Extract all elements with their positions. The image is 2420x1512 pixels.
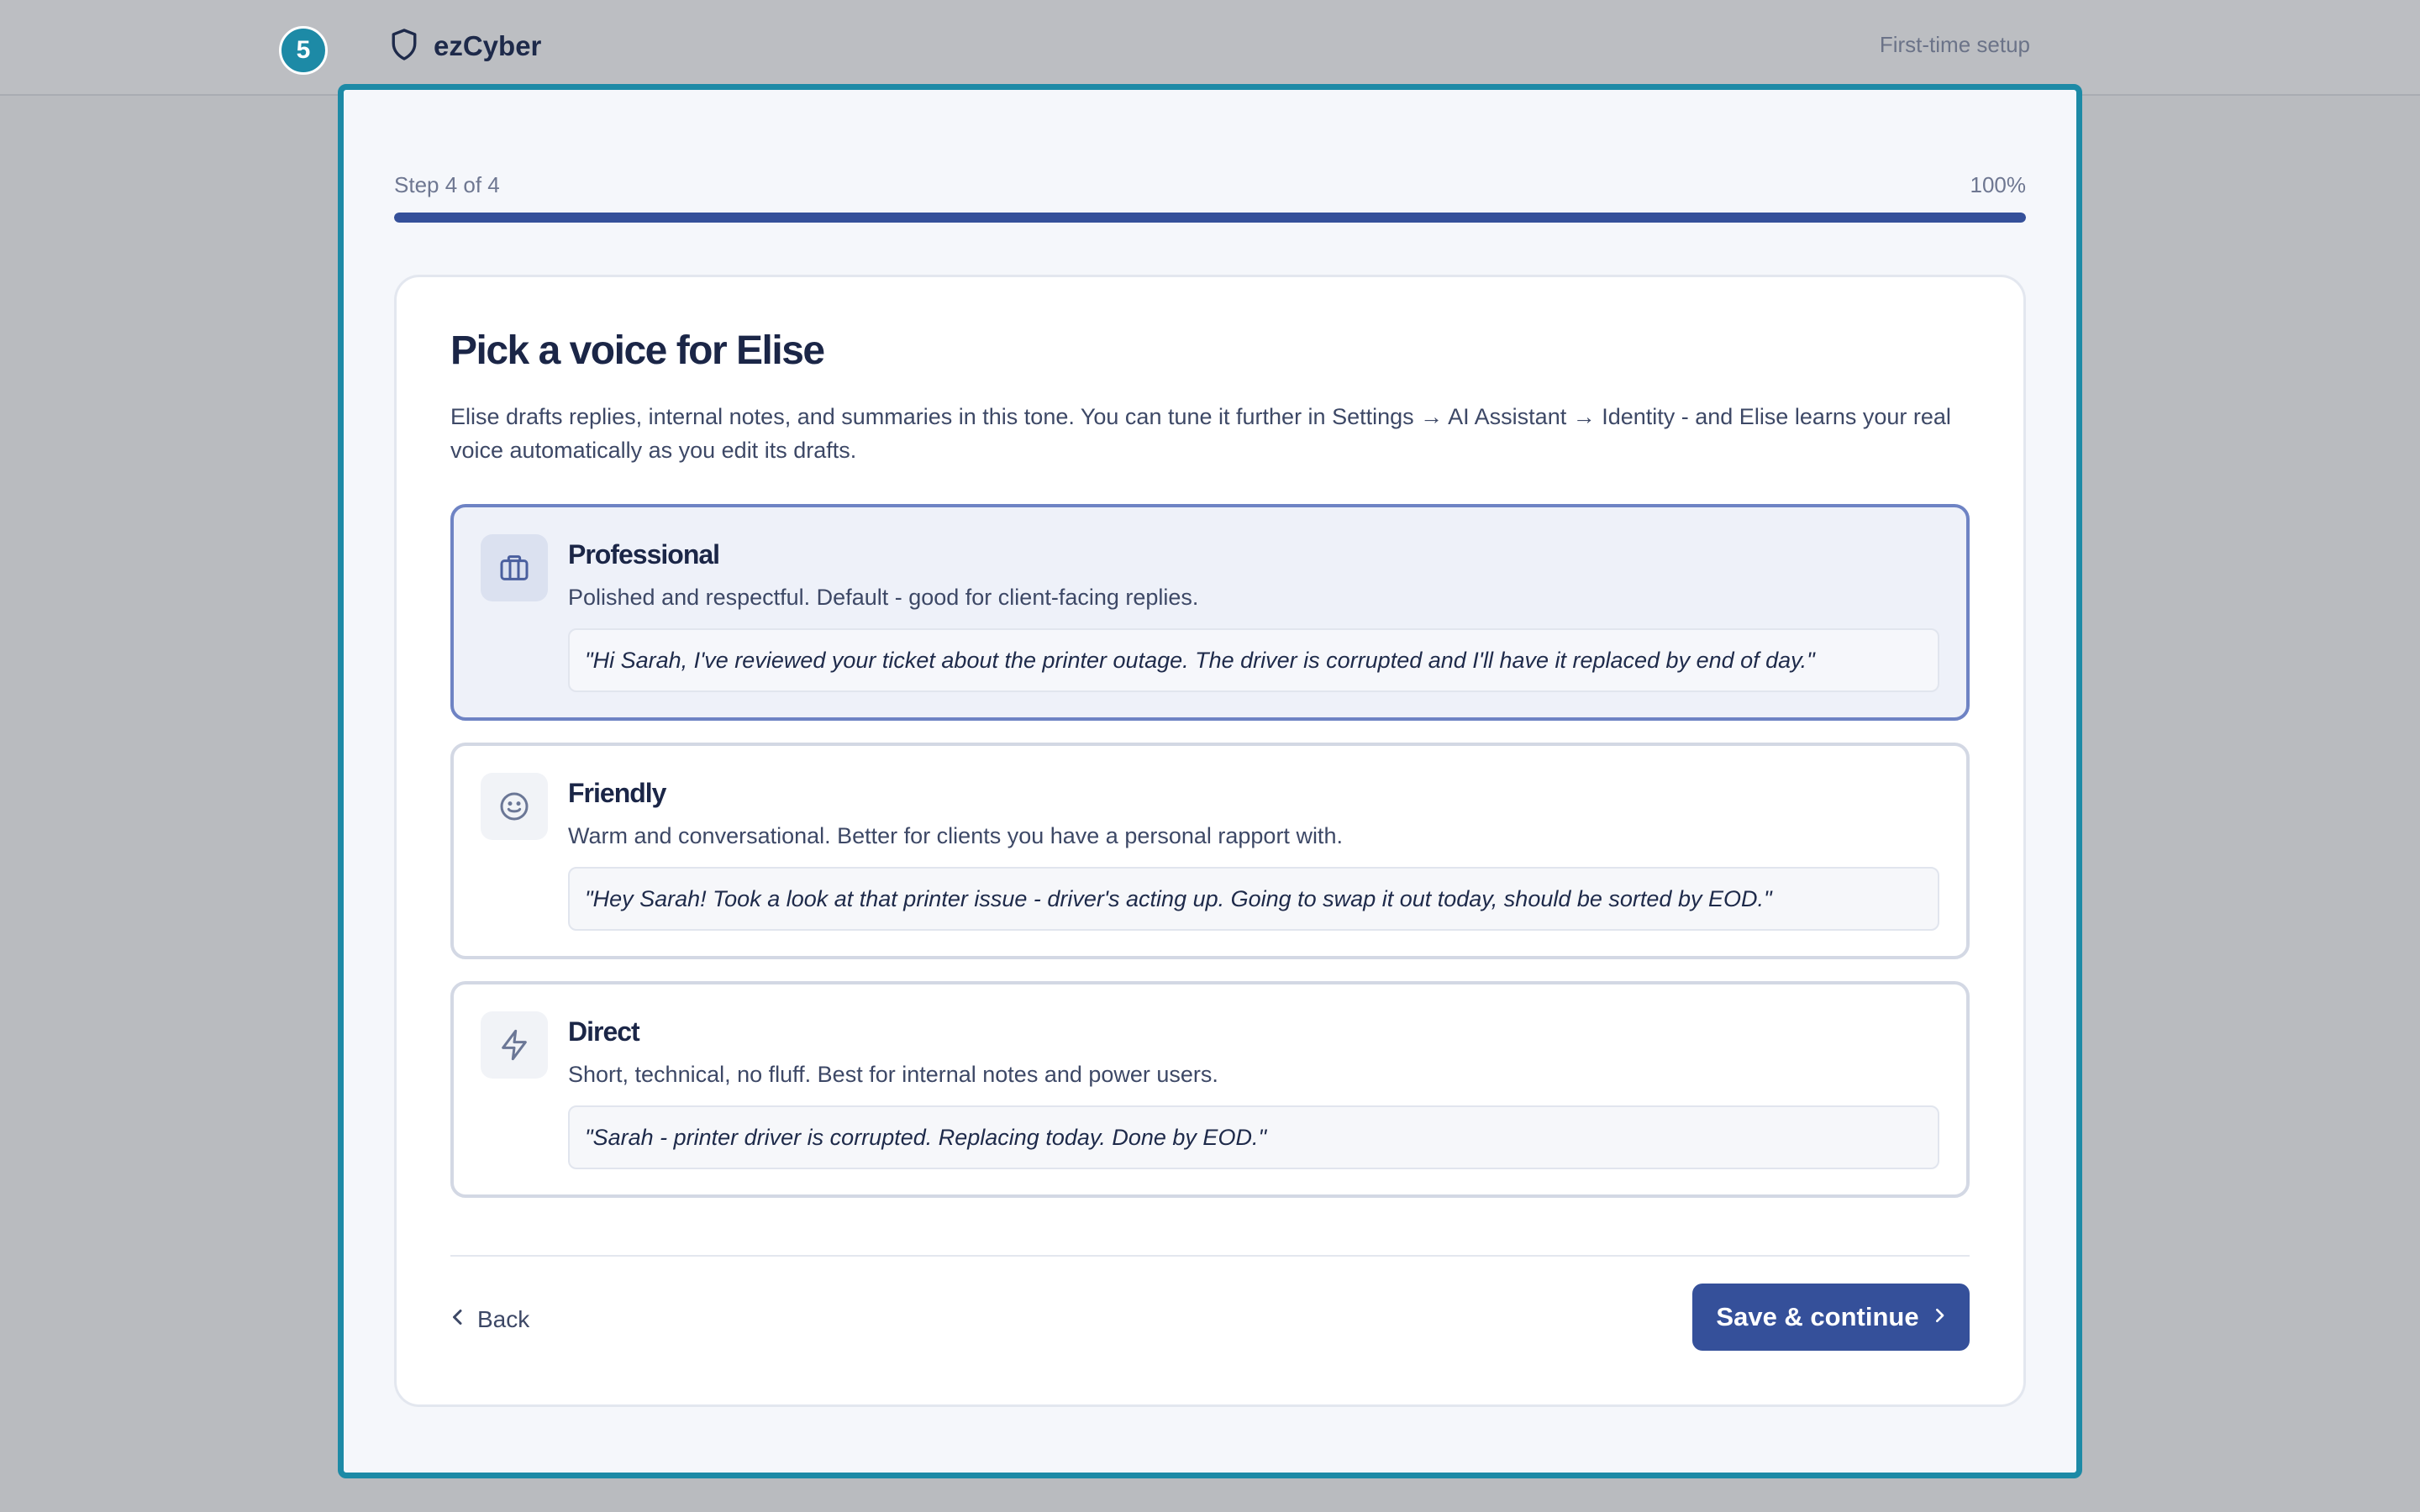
setup-wizard-modal: Step 4 of 4 100% Pick a voice for Elise …: [338, 84, 2082, 1478]
back-button-label: Back: [477, 1306, 530, 1332]
brand[interactable]: ezCyber: [390, 25, 541, 67]
chevron-left-icon: [450, 1306, 466, 1333]
voice-option-title: Friendly: [568, 778, 666, 808]
briefcase-icon: [481, 534, 548, 601]
top-bar: 5 ezCyber First-time setup: [0, 0, 2420, 96]
voice-option-professional[interactable]: Professional Polished and respectful. De…: [450, 504, 1970, 721]
voice-option-subtitle: Short, technical, no fluff. Best for int…: [568, 1062, 1218, 1087]
lightning-icon: [481, 1011, 548, 1079]
page-description: Elise drafts replies, internal notes, an…: [450, 404, 1951, 463]
voice-option-friendly[interactable]: Friendly Warm and conversational. Better…: [450, 743, 1970, 959]
voice-option-direct[interactable]: Direct Short, technical, no fluff. Best …: [450, 981, 1970, 1198]
voice-option-subtitle: Polished and respectful. Default - good …: [568, 585, 1199, 610]
voice-option-example: "Hey Sarah! Took a look at that printer …: [568, 867, 1939, 931]
voice-option-title: Professional: [568, 539, 720, 570]
progress-bar-fill: [394, 213, 2026, 223]
smiley-icon: [481, 773, 548, 840]
footer-divider: [450, 1255, 1970, 1257]
shield-icon: [390, 28, 418, 66]
first-time-setup-label: First-time setup: [1879, 32, 2030, 57]
progress-step-label: Step 4 of 4: [394, 172, 500, 197]
brand-name: ezCyber: [434, 30, 542, 61]
back-button[interactable]: Back: [450, 1299, 529, 1341]
progress-bar: [394, 213, 2026, 223]
save-continue-label: Save & continue: [1716, 1302, 1919, 1331]
progress-percent: 100%: [1970, 172, 2027, 197]
page-title: Pick a voice for Elise: [450, 328, 825, 373]
step-badge: 5: [279, 26, 328, 75]
voice-option-example: "Sarah - printer driver is corrupted. Re…: [568, 1105, 1939, 1169]
voice-option-title: Direct: [568, 1016, 640, 1047]
save-continue-button[interactable]: Save & continue: [1692, 1284, 1970, 1351]
chevron-right-icon: [1933, 1302, 1946, 1332]
voice-option-example: "Hi Sarah, I've reviewed your ticket abo…: [568, 628, 1939, 692]
voice-option-subtitle: Warm and conversational. Better for clie…: [568, 823, 1343, 848]
voice-selection-card: Pick a voice for Elise Elise drafts repl…: [394, 275, 2026, 1407]
